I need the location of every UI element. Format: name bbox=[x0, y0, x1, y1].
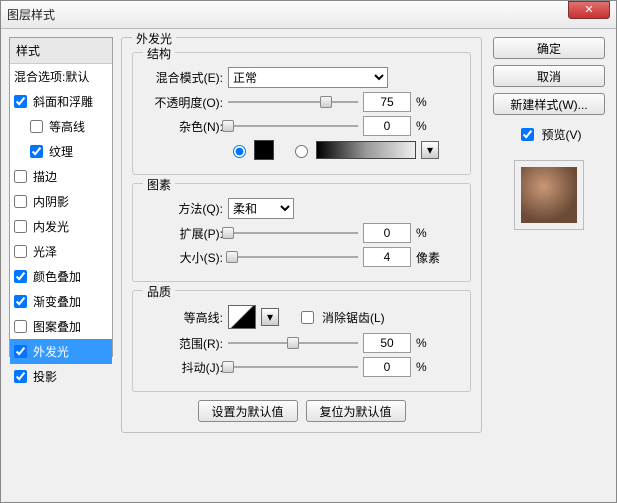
color-radio-gradient[interactable] bbox=[295, 145, 308, 158]
styles-list: 样式 混合选项:默认 斜面和浮雕等高线纹理描边内阴影内发光光泽颜色叠加渐变叠加图… bbox=[9, 37, 113, 357]
jitter-label: 抖动(J): bbox=[145, 359, 223, 376]
contour-label: 等高线: bbox=[145, 309, 223, 326]
style-checkbox-stroke[interactable] bbox=[14, 170, 27, 183]
window-title: 图层样式 bbox=[7, 6, 568, 23]
structure-title: 结构 bbox=[143, 45, 175, 62]
style-checkbox-bevel[interactable] bbox=[14, 95, 27, 108]
outer-glow-panel: 外发光 结构 混合模式(E): 正常 不透明度(O): % 杂色(N): bbox=[121, 37, 482, 433]
spread-label: 扩展(P): bbox=[145, 225, 223, 242]
style-item-dropShadow[interactable]: 投影 bbox=[10, 364, 112, 389]
color-swatch[interactable] bbox=[254, 140, 274, 160]
set-default-button[interactable]: 设置为默认值 bbox=[198, 400, 298, 422]
size-input[interactable] bbox=[363, 247, 411, 267]
styles-header[interactable]: 样式 bbox=[10, 38, 112, 64]
structure-group: 结构 混合模式(E): 正常 不透明度(O): % 杂色(N): bbox=[132, 52, 471, 175]
size-slider[interactable] bbox=[228, 248, 358, 266]
style-item-innerShadow[interactable]: 内阴影 bbox=[10, 189, 112, 214]
opacity-slider[interactable] bbox=[228, 93, 358, 111]
style-checkbox-patternOverlay[interactable] bbox=[14, 320, 27, 333]
noise-slider[interactable] bbox=[228, 117, 358, 135]
style-item-colorOverlay[interactable]: 颜色叠加 bbox=[10, 264, 112, 289]
style-item-stroke[interactable]: 描边 bbox=[10, 164, 112, 189]
ok-button[interactable]: 确定 bbox=[493, 37, 605, 59]
new-style-button[interactable]: 新建样式(W)... bbox=[493, 93, 605, 115]
style-item-texture[interactable]: 纹理 bbox=[10, 139, 112, 164]
preview-label: 预览(V) bbox=[542, 126, 582, 143]
style-item-outerGlow[interactable]: 外发光 bbox=[10, 339, 112, 364]
style-checkbox-colorOverlay[interactable] bbox=[14, 270, 27, 283]
preview-box bbox=[514, 160, 584, 230]
spread-input[interactable] bbox=[363, 223, 411, 243]
technique-select[interactable]: 柔和 bbox=[228, 198, 294, 219]
range-label: 范围(R): bbox=[145, 335, 223, 352]
style-item-innerGlow[interactable]: 内发光 bbox=[10, 214, 112, 239]
opacity-label: 不透明度(O): bbox=[145, 94, 223, 111]
gradient-dropdown-icon[interactable]: ▾ bbox=[421, 141, 439, 159]
reset-default-button[interactable]: 复位为默认值 bbox=[306, 400, 406, 422]
style-checkbox-gradOverlay[interactable] bbox=[14, 295, 27, 308]
titlebar: 图层样式 ✕ bbox=[1, 1, 616, 29]
color-radio-solid[interactable] bbox=[233, 145, 246, 158]
preview-checkbox[interactable] bbox=[521, 128, 534, 141]
gradient-swatch[interactable] bbox=[316, 141, 416, 159]
style-checkbox-dropShadow[interactable] bbox=[14, 370, 27, 383]
quality-title: 品质 bbox=[143, 283, 175, 300]
style-item-contourSub[interactable]: 等高线 bbox=[10, 114, 112, 139]
noise-label: 杂色(N): bbox=[145, 118, 223, 135]
contour-picker[interactable] bbox=[228, 305, 256, 329]
style-checkbox-outerGlow[interactable] bbox=[14, 345, 27, 358]
antialias-label: 消除锯齿(L) bbox=[322, 309, 385, 326]
layer-style-dialog: 图层样式 ✕ 样式 混合选项:默认 斜面和浮雕等高线纹理描边内阴影内发光光泽颜色… bbox=[0, 0, 617, 503]
blend-mode-label: 混合模式(E): bbox=[145, 69, 223, 86]
opacity-input[interactable] bbox=[363, 92, 411, 112]
style-item-satin[interactable]: 光泽 bbox=[10, 239, 112, 264]
quality-group: 品质 等高线: ▾ 消除锯齿(L) 范围(R): % bbox=[132, 290, 471, 392]
noise-input[interactable] bbox=[363, 116, 411, 136]
style-checkbox-innerShadow[interactable] bbox=[14, 195, 27, 208]
style-checkbox-texture[interactable] bbox=[30, 145, 43, 158]
style-checkbox-satin[interactable] bbox=[14, 245, 27, 258]
blending-options-row[interactable]: 混合选项:默认 bbox=[10, 64, 112, 89]
jitter-slider[interactable] bbox=[228, 358, 358, 376]
technique-label: 方法(Q): bbox=[145, 200, 223, 217]
elements-title: 图素 bbox=[143, 176, 175, 193]
range-input[interactable] bbox=[363, 333, 411, 353]
jitter-input[interactable] bbox=[363, 357, 411, 377]
elements-group: 图素 方法(Q): 柔和 扩展(P): % 大小(S): bbox=[132, 183, 471, 282]
size-label: 大小(S): bbox=[145, 249, 223, 266]
style-checkbox-innerGlow[interactable] bbox=[14, 220, 27, 233]
style-checkbox-contourSub[interactable] bbox=[30, 120, 43, 133]
contour-dropdown-icon[interactable]: ▾ bbox=[261, 308, 279, 326]
preview-thumbnail bbox=[521, 167, 577, 223]
style-item-patternOverlay[interactable]: 图案叠加 bbox=[10, 314, 112, 339]
blend-mode-select[interactable]: 正常 bbox=[228, 67, 388, 88]
spread-slider[interactable] bbox=[228, 224, 358, 242]
style-item-bevel[interactable]: 斜面和浮雕 bbox=[10, 89, 112, 114]
range-slider[interactable] bbox=[228, 334, 358, 352]
close-button[interactable]: ✕ bbox=[568, 1, 610, 19]
antialias-checkbox[interactable] bbox=[301, 311, 314, 324]
style-item-gradOverlay[interactable]: 渐变叠加 bbox=[10, 289, 112, 314]
cancel-button[interactable]: 取消 bbox=[493, 65, 605, 87]
